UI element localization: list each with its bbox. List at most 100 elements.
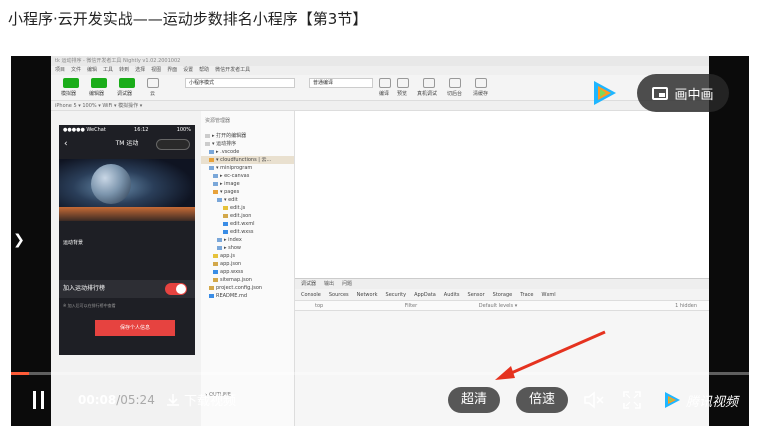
devtools-top-tabs: 调试器 输出 问题 (295, 279, 709, 289)
file-tree-item: sitemap.json (201, 276, 294, 284)
devtools-tab: Security (385, 292, 407, 298)
compile-label: 编译 (379, 91, 390, 97)
file-tree-label: edit.wxml (230, 221, 255, 227)
file-icon (223, 221, 228, 226)
file-tree-item: app.json (201, 260, 294, 268)
pip-icon (652, 86, 669, 100)
time-total: /05:24 (116, 393, 155, 407)
ide-menu-item: 文件 (71, 67, 82, 73)
background-label: 切后台 (447, 91, 463, 97)
quality-button[interactable]: 超清 (448, 387, 500, 413)
remote-debug-icon (423, 78, 435, 88)
back-icon: ‹ (64, 139, 68, 149)
phone-status-bar: ●●●●● WeChat 16:12 100% (59, 125, 195, 134)
file-tree-item: app.wxss (201, 268, 294, 276)
pause-icon[interactable] (32, 391, 46, 409)
pip-label: 画中画 (674, 87, 714, 103)
editor-icon (91, 78, 107, 88)
phone-battery: 100% (176, 127, 191, 133)
file-icon (223, 205, 228, 210)
previous-arrow-icon[interactable]: ❯ (12, 230, 26, 250)
hidden-count: 1 hidden (675, 303, 697, 309)
picture-in-picture-button[interactable]: 画中画 (637, 74, 729, 112)
file-icon (217, 197, 222, 202)
debugger-icon (119, 78, 135, 88)
explorer-header: 资源管理器 (205, 118, 231, 124)
fullscreen-icon[interactable] (623, 391, 641, 409)
speed-button[interactable]: 倍速 (516, 387, 568, 413)
mute-icon[interactable] (583, 391, 605, 409)
file-tree-item: README.md (201, 292, 294, 300)
file-icon (209, 165, 214, 170)
devtools-tab: 调试器 (301, 281, 317, 287)
progress-bar[interactable] (11, 372, 749, 375)
file-icon (209, 149, 214, 154)
file-tree-label: project.config.json (216, 285, 263, 291)
download-button[interactable]: 下载视频 (166, 390, 236, 409)
file-icon (213, 269, 218, 274)
page-title: 小程序·云开发实战——运动步数排名小程序【第3节】 (8, 10, 368, 28)
file-tree-label: app.wxss (220, 269, 244, 275)
brand-label: 腾讯视频 (686, 394, 739, 410)
rank-toggle-switch (165, 283, 187, 295)
file-tree-label: sitemap.json (220, 277, 252, 283)
file-tree-item: edit.json (201, 212, 294, 220)
devtools-tab: 输出 (324, 281, 335, 287)
file-icon (205, 133, 210, 138)
file-tree-label: README.md (216, 293, 248, 299)
file-tree-label: edit.wxss (230, 229, 254, 235)
phone-nav-title: TM 运动 (115, 140, 139, 147)
mode-select: 小程序模式 (185, 78, 295, 88)
capsule-icon (156, 139, 190, 150)
time-display: 00:08/05:24 (78, 393, 155, 407)
file-tree-item: app.js (201, 252, 294, 260)
ide-menu-item: 选择 (135, 67, 146, 73)
preview-label: 预览 (397, 91, 408, 97)
file-icon (213, 173, 218, 178)
file-tree-item: ▸ index (201, 236, 294, 244)
phone-carrier: ●●●●● WeChat (63, 127, 106, 133)
file-tree-item: ▾ cloudfunctions | 云... (201, 156, 294, 164)
devtools-tab: Trace (520, 292, 534, 298)
file-icon (217, 237, 222, 242)
file-icon (213, 253, 218, 258)
tencent-video-logo (594, 81, 616, 105)
download-label: 下载视频 (184, 394, 237, 409)
file-tree-item: ▸ 打开的编辑器 (201, 132, 294, 140)
control-bar: 00:08/05:24 下载视频 超清 倍速 腾讯视频 (11, 382, 749, 422)
file-tree-label: ▸ ec-canvas (220, 173, 250, 179)
sport-background-label: 运动背景 (63, 240, 84, 246)
cloud-label: 云 (150, 91, 156, 97)
devtools-tab: AppData (414, 292, 436, 298)
file-tree-item: ▸ image (201, 180, 294, 188)
file-tree-label: app.json (220, 261, 242, 267)
rank-toggle-row: 加入运动排行榜 (59, 280, 195, 298)
file-tree-label: ▾ miniprogram (216, 165, 253, 171)
rank-hint: ※ 加入后可以在排行榜中查看 (63, 303, 116, 308)
devtools-tab: 问题 (342, 281, 353, 287)
file-tree-list: ▸ 打开的编辑器 ▾ 运动排序 ▸ .vscode ▾ cloudfunctions … (201, 132, 294, 300)
editor-label: 编辑器 (89, 91, 105, 97)
rank-toggle-label: 加入运动排行榜 (63, 285, 106, 292)
ide-menu-item: 编辑 (87, 67, 98, 73)
phone-time: 16:12 (134, 127, 149, 133)
devtools-tabs: Console Sources Network Security AppData Audi… (295, 289, 709, 301)
file-icon (209, 157, 214, 162)
video-player[interactable]: tk 运动排序 - 微信开发者工具 Nightly v1.02.2001002 … (11, 56, 749, 426)
file-tree-label: app.js (220, 253, 235, 259)
clear-cache-icon (475, 78, 487, 88)
file-icon (213, 189, 218, 194)
simulator-label: 模拟器 (61, 91, 77, 97)
file-tree-item: ▾ miniprogram (201, 164, 294, 172)
clear-cache-label: 清缓存 (473, 91, 489, 97)
ide-menu-item: 转到 (119, 67, 130, 73)
devtools-tab: Sources (328, 292, 349, 298)
sport-background-image (59, 159, 195, 221)
file-tree-item: edit.wxml (201, 220, 294, 228)
file-tree-label: ▸ show (224, 245, 242, 251)
file-tree-item: ▾ pages (201, 188, 294, 196)
file-icon (205, 141, 210, 146)
file-icon (213, 261, 218, 266)
ide-menubar: 项目 文件 编辑 工具 转到 选择 视图 界面 设置 帮助 微信开发者工具 (51, 66, 709, 75)
simulator-pane: ●●●●● WeChat 16:12 100% ‹ TM 运动 运动背景 加入运… (51, 111, 201, 426)
